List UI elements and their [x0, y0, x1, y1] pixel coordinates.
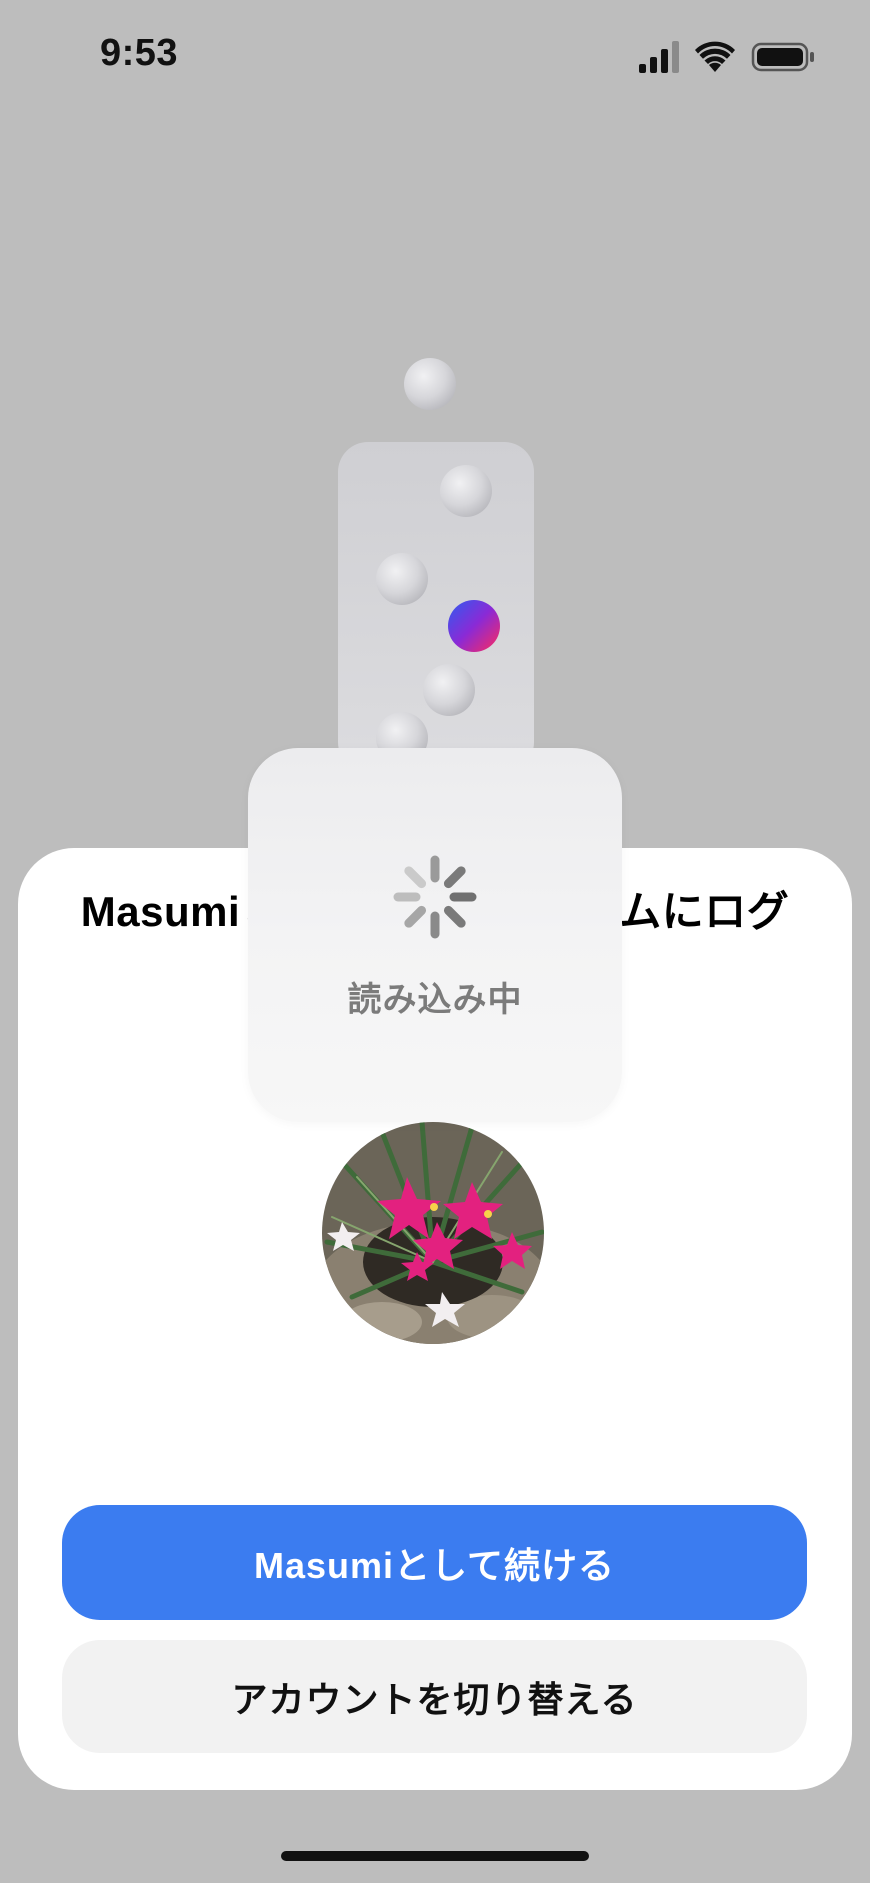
loading-label: 読み込み中 [347, 981, 523, 1019]
loading-hud: 読み込み中 [248, 748, 622, 1122]
continue-as-user-button[interactable]: Masumiとして続ける [62, 1505, 807, 1620]
switch-account-button[interactable]: アカウントを切り替える [62, 1640, 807, 1753]
avatar [322, 1122, 544, 1344]
home-indicator[interactable] [281, 1851, 589, 1861]
loading-spinner-icon [393, 855, 477, 939]
